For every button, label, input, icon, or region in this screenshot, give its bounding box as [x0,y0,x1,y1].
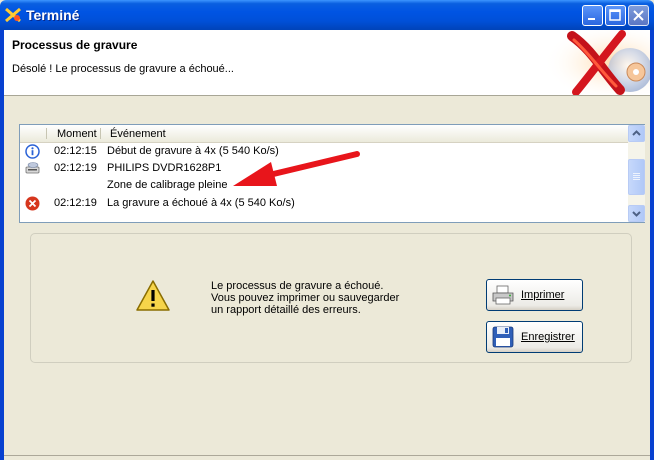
chevron-up-icon [632,130,641,136]
window-frame-right [650,30,654,460]
save-button[interactable]: Enregistrer [486,321,583,353]
log-time: 02:12:15 [54,145,97,157]
print-label: Imprimer [521,289,565,301]
error-icon [25,196,40,211]
log-event: La gravure a échoué à 4x (5 540 Ko/s) [107,197,295,209]
message-line: Le processus de gravure a échoué. [211,280,384,292]
print-button[interactable]: Imprimer [486,279,583,311]
floppy-disk-icon [492,326,514,348]
log-event: Zone de calibrage pleine [107,179,228,191]
message-line: Vous pouvez imprimer ou sauvegarder [211,292,400,304]
scroll-thumb[interactable] [628,159,645,195]
title-bar[interactable]: Terminé [0,0,654,30]
drive-icon [25,162,40,174]
red-arrow-annotation [233,151,360,186]
dialog-window: Terminé Processus de gravure Désolé ! Le… [0,0,654,460]
bottom-divider [4,455,650,456]
save-label: Enregistrer [521,331,575,343]
chevron-down-icon [632,211,641,217]
close-button[interactable] [628,5,649,26]
warning-icon [136,280,170,311]
scroll-down-button[interactable] [628,205,645,222]
message-line: un rapport détaillé des erreurs. [211,304,361,316]
column-moment[interactable]: Moment [57,128,97,140]
nero-logo-icon [532,30,650,95]
column-separator [46,128,47,139]
log-header: Moment Événement [20,125,628,143]
log-scrollbar[interactable] [628,125,645,222]
printer-icon [492,285,514,305]
nero-app-icon [5,7,21,23]
log-row[interactable]: 02:12:19 La gravure a échoué à 4x (5 540… [20,195,628,212]
info-icon [25,144,40,159]
scroll-up-button[interactable] [628,125,645,142]
minimize-button[interactable] [582,5,603,26]
grip-icon [633,173,640,180]
log-event: PHILIPS DVDR1628P1 [107,162,222,174]
header-subtitle: Désolé ! Le processus de gravure a échou… [12,63,234,75]
maximize-icon [609,9,621,21]
column-evenement[interactable]: Événement [110,128,166,140]
dialog-header: Processus de gravure Désolé ! Le process… [4,30,650,96]
close-icon [633,10,644,21]
header-title: Processus de gravure [12,38,138,52]
window-title: Terminé [26,7,80,23]
log-time: 02:12:19 [54,197,97,209]
column-separator [100,128,101,139]
maximize-button[interactable] [605,5,626,26]
minimize-icon [588,18,595,20]
error-panel: Le processus de gravure a échoué. Vous p… [30,233,632,363]
log-time: 02:12:19 [54,162,97,174]
error-message: Le processus de gravure a échoué. Vous p… [211,280,399,316]
